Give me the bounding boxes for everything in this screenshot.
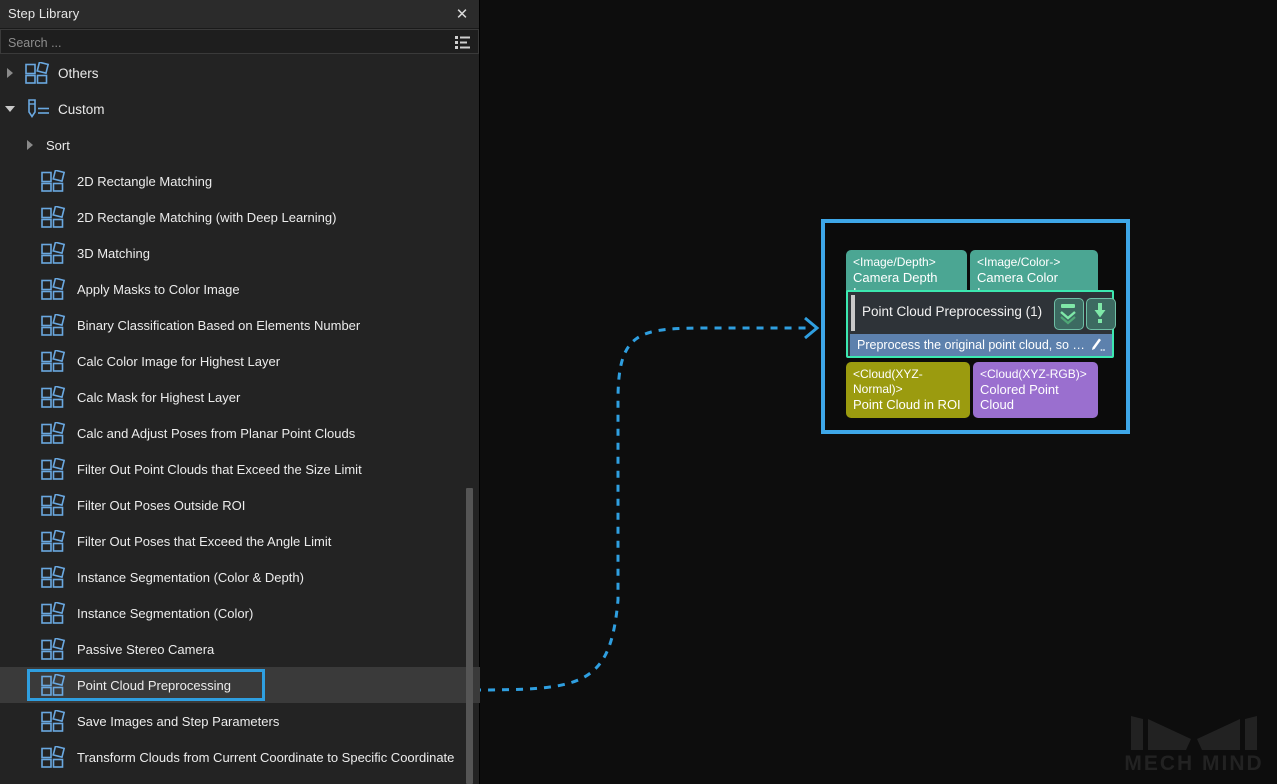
step-list-item-label: 2D Rectangle Matching (with Deep Learnin…: [77, 210, 336, 225]
step-list-item[interactable]: Filter Out Point Clouds that Exceed the …: [0, 451, 480, 487]
step-list-item-label: Calc Color Image for Highest Layer: [77, 354, 280, 369]
chevron-right-icon[interactable]: [24, 138, 38, 152]
port-point-cloud-in-roi[interactable]: <Cloud(XYZ-Normal)> Point Cloud in ROI: [846, 362, 970, 418]
mech-mind-logo: MECH MIND: [1123, 708, 1265, 776]
step-list-item[interactable]: Calc Mask for Highest Layer: [0, 379, 480, 415]
step-list-item-label: 3D Matching: [77, 246, 150, 261]
node-description-text: Preprocess the original point cloud, so …: [857, 338, 1085, 352]
sidebar-scrollbar[interactable]: [464, 55, 474, 784]
step-list-item-label: Instance Segmentation (Color): [77, 606, 253, 621]
node-description-bar[interactable]: Preprocess the original point cloud, so …: [850, 334, 1112, 356]
search-row: [0, 29, 480, 54]
four-squares-icon: [40, 206, 68, 228]
step-list-item-label: Save Images and Step Parameters: [77, 714, 279, 729]
step-list-item[interactable]: 3D Matching: [0, 235, 480, 271]
four-squares-icon: [24, 62, 52, 84]
node-accent-bar: [851, 295, 855, 331]
filter-list-icon[interactable]: [455, 35, 470, 50]
search-box[interactable]: [0, 29, 479, 54]
search-input[interactable]: [6, 33, 430, 53]
port-colored-point-cloud[interactable]: <Cloud(XYZ-RGB)> Colored Point Cloud: [973, 362, 1098, 418]
tree-subgroup-label: Sort: [46, 138, 70, 153]
tree-group-label: Custom: [58, 102, 105, 117]
tree-group-others[interactable]: Others: [0, 55, 480, 91]
four-squares-icon: [40, 746, 68, 768]
four-squares-icon: [40, 710, 68, 732]
port-type: <Image/Depth>: [853, 255, 960, 270]
step-list-item[interactable]: Transform Clouds from Current Coordinate…: [0, 739, 480, 775]
step-list-item-label: 2D Rectangle Matching: [77, 174, 212, 189]
step-list-item-label: Apply Masks to Color Image: [77, 282, 240, 297]
four-squares-icon: [40, 350, 68, 372]
four-squares-icon: [40, 494, 68, 516]
step-list-item-label: Calc and Adjust Poses from Planar Point …: [77, 426, 355, 441]
node-title: Point Cloud Preprocessing (1): [862, 304, 1042, 319]
port-type: <Cloud(XYZ-Normal)>: [853, 367, 963, 397]
node-output-ports: <Cloud(XYZ-Normal)> Point Cloud in ROI <…: [846, 362, 1098, 418]
page-title: Step Library: [8, 6, 79, 21]
pencil-lines-icon: [24, 98, 52, 120]
step-list-item[interactable]: Instance Segmentation (Color): [0, 595, 480, 631]
step-list-item[interactable]: Passive Stereo Camera: [0, 631, 480, 667]
tree-subgroup-sort[interactable]: Sort: [0, 127, 480, 163]
step-list-item-label: Binary Classification Based on Elements …: [77, 318, 360, 333]
chevron-down-icon[interactable]: [4, 102, 18, 116]
step-list-item-label: Filter Out Poses Outside ROI: [77, 498, 245, 513]
step-list-item[interactable]: Apply Masks to Color Image: [0, 271, 480, 307]
four-squares-icon: [40, 530, 68, 552]
four-squares-icon: [40, 566, 68, 588]
graph-canvas[interactable]: <Image/Depth> Camera Depth Image <Image/…: [480, 0, 1277, 784]
four-squares-icon: [40, 242, 68, 264]
tree-group-label: Others: [58, 66, 99, 81]
step-list-item[interactable]: Filter Out Poses that Exceed the Angle L…: [0, 523, 480, 559]
four-squares-icon: [40, 278, 68, 300]
four-squares-icon: [40, 638, 68, 660]
port-name: Point Cloud in ROI: [853, 397, 963, 412]
watermark-text: MECH MIND: [1123, 752, 1265, 776]
step-list-item[interactable]: 2D Rectangle Matching: [0, 163, 480, 199]
step-list-item-label: Filter Out Point Clouds that Exceed the …: [77, 462, 362, 477]
step-tree: Others Custom Sort: [0, 55, 480, 784]
step-list-item[interactable]: Binary Classification Based on Elements …: [0, 307, 480, 343]
four-squares-icon: [40, 458, 68, 480]
step-node-group[interactable]: <Image/Depth> Camera Depth Image <Image/…: [821, 219, 1130, 434]
step-list-item[interactable]: Calc Color Image for Highest Layer: [0, 343, 480, 379]
step-list-item-label: Point Cloud Preprocessing: [77, 678, 231, 693]
panel-titlebar: Step Library ✕: [0, 0, 479, 29]
step-list-item-label: Instance Segmentation (Color & Depth): [77, 570, 304, 585]
step-list-item[interactable]: Filter Out Poses Outside ROI: [0, 487, 480, 523]
port-type: <Image/Color->: [977, 255, 1091, 270]
step-list-item[interactable]: 2D Rectangle Matching (with Deep Learnin…: [0, 199, 480, 235]
arrow-down-exclamation-icon[interactable]: [1086, 298, 1116, 330]
scrollbar-thumb[interactable]: [466, 488, 473, 784]
port-type: <Cloud(XYZ-RGB)>: [980, 367, 1091, 382]
step-node[interactable]: Point Cloud Preprocessing (1): [846, 290, 1114, 358]
double-chevron-down-icon[interactable]: [1054, 298, 1084, 330]
step-list-item-label: Filter Out Poses that Exceed the Angle L…: [77, 534, 331, 549]
step-list-item-label: Transform Clouds from Current Coordinate…: [77, 750, 454, 765]
step-library-panel: Step Library ✕: [0, 0, 480, 784]
step-list-item-label: Passive Stereo Camera: [77, 642, 214, 657]
chevron-right-icon[interactable]: [4, 66, 18, 80]
close-icon[interactable]: ✕: [451, 3, 473, 25]
pencil-icon[interactable]: [1088, 337, 1106, 353]
four-squares-icon: [40, 602, 68, 624]
step-list: 2D Rectangle Matching 2D Rectangle Matchi…: [0, 163, 480, 775]
four-squares-icon: [40, 170, 68, 192]
four-squares-icon: [40, 386, 68, 408]
tree-group-custom[interactable]: Custom: [0, 91, 480, 127]
step-list-item[interactable]: Instance Segmentation (Color & Depth): [0, 559, 480, 595]
step-list-item[interactable]: Calc and Adjust Poses from Planar Point …: [0, 415, 480, 451]
four-squares-icon: [40, 314, 68, 336]
port-name: Colored Point Cloud: [980, 382, 1091, 412]
step-list-item-label: Calc Mask for Highest Layer: [77, 390, 240, 405]
step-list-item[interactable]: Save Images and Step Parameters: [0, 703, 480, 739]
step-list-item[interactable]: Point Cloud Preprocessing: [0, 667, 480, 703]
four-squares-icon: [40, 674, 68, 696]
four-squares-icon: [40, 422, 68, 444]
